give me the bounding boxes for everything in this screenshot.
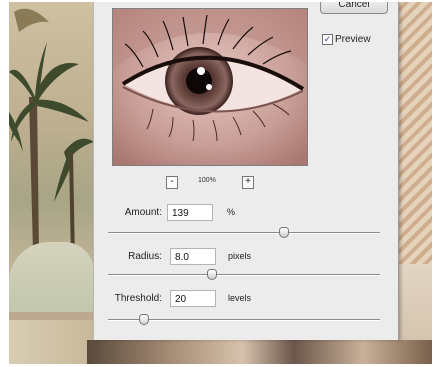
screenshot-frame: Cancel ✓ Preview - 100% + Amount: 139 % …: [9, 2, 432, 364]
zoom-out-button[interactable]: -: [166, 176, 178, 189]
preview-label: Preview: [335, 34, 371, 45]
radius-slider-track[interactable]: [108, 274, 380, 275]
threshold-input[interactable]: 20: [170, 290, 216, 307]
unsharp-mask-dialog: Cancel ✓ Preview - 100% + Amount: 139 % …: [93, 2, 399, 340]
radius-unit: pixels: [228, 251, 252, 261]
amount-label: Amount:: [124, 207, 162, 218]
zoom-in-button[interactable]: +: [242, 176, 254, 189]
minus-icon: -: [170, 176, 174, 187]
zoom-level: 100%: [198, 177, 216, 184]
cancel-button[interactable]: Cancel: [320, 2, 388, 14]
plus-icon: +: [245, 176, 251, 187]
filter-preview-image[interactable]: [112, 8, 308, 166]
radius-input[interactable]: 8.0: [170, 248, 216, 265]
background-flowers: [9, 320, 94, 364]
threshold-label: Threshold:: [114, 293, 162, 304]
amount-slider-thumb[interactable]: [279, 227, 289, 238]
radius-row: Radius: 8.0 pixels: [94, 248, 398, 268]
amount-input[interactable]: 139: [167, 204, 213, 221]
radius-label: Radius:: [128, 251, 162, 262]
threshold-slider-thumb[interactable]: [139, 314, 149, 325]
checkmark-icon: ✓: [323, 34, 332, 44]
preview-checkbox[interactable]: ✓: [322, 34, 333, 45]
threshold-row: Threshold: 20 levels: [94, 290, 398, 310]
radius-slider-thumb[interactable]: [207, 269, 217, 280]
amount-unit: %: [227, 207, 236, 217]
background-leaf-shape: [9, 242, 94, 312]
zoom-controls: - 100% +: [94, 176, 398, 190]
amount-row: Amount: 139 %: [94, 204, 398, 224]
background-bottom-collage: [87, 340, 432, 364]
amount-slider-track[interactable]: [108, 232, 380, 233]
threshold-unit: levels: [228, 293, 252, 303]
